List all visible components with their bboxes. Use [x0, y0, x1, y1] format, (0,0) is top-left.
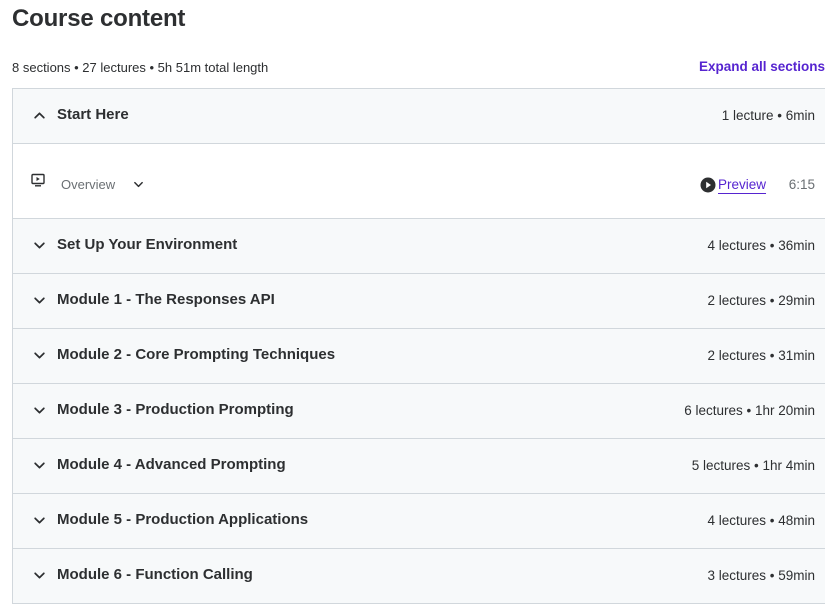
section-header[interactable]: Module 3 - Production Prompting 6 lectur…: [13, 384, 825, 439]
play-circle-icon: [700, 177, 716, 193]
section-header[interactable]: Module 1 - The Responses API 2 lectures …: [13, 274, 825, 329]
section-meta: 6 lectures • 1hr 20min: [684, 403, 815, 418]
section-header[interactable]: Module 2 - Core Prompting Techniques 2 l…: [13, 329, 825, 384]
section-lecture-list: Overview Preview 6:15: [13, 144, 825, 219]
course-summary: 8 sections • 27 lectures • 5h 51m total …: [12, 60, 269, 75]
chevron-down-icon: [34, 517, 45, 524]
chevron-down-icon[interactable]: [133, 179, 144, 190]
section-title: Module 6 - Function Calling: [57, 566, 253, 583]
lecture-duration: 6:15: [788, 177, 815, 192]
section-meta: 2 lectures • 31min: [707, 348, 815, 363]
lecture-preview-link[interactable]: Preview: [718, 177, 766, 192]
section-header[interactable]: Set Up Your Environment 4 lectures • 36m…: [13, 219, 825, 274]
chevron-down-icon: [34, 462, 45, 469]
section-header[interactable]: Module 5 - Production Applications 4 lec…: [13, 494, 825, 549]
section-meta: 4 lectures • 48min: [707, 513, 815, 528]
section-meta: 3 lectures • 59min: [707, 568, 815, 583]
section-header[interactable]: Module 4 - Advanced Prompting 5 lectures…: [13, 439, 825, 494]
chevron-down-icon: [34, 352, 45, 359]
page-title: Course content: [12, 5, 186, 32]
course-summary-row: 8 sections • 27 lectures • 5h 51m total …: [12, 58, 825, 78]
video-icon: [31, 173, 45, 187]
lecture-title[interactable]: Overview: [61, 177, 115, 192]
section-title: Module 5 - Production Applications: [57, 511, 309, 528]
curriculum-list: Start Here 1 lecture • 6min Overview Pre…: [12, 88, 825, 604]
chevron-down-icon: [34, 572, 45, 579]
expand-all-sections-button[interactable]: Expand all sections: [699, 59, 825, 74]
section-meta: 5 lectures • 1hr 4min: [691, 458, 815, 473]
section-title: Module 4 - Advanced Prompting: [57, 456, 286, 473]
chevron-down-icon: [34, 297, 45, 304]
section-meta: 1 lecture • 6min: [721, 108, 815, 123]
section-meta: 2 lectures • 29min: [707, 293, 815, 308]
section-title: Module 1 - The Responses API: [57, 291, 275, 308]
section-header[interactable]: Module 6 - Function Calling 3 lectures •…: [13, 549, 825, 604]
section-title: Set Up Your Environment: [57, 236, 238, 253]
section-title: Start Here: [57, 106, 129, 123]
chevron-down-icon: [34, 242, 45, 249]
section-title: Module 2 - Core Prompting Techniques: [57, 346, 336, 363]
chevron-down-icon: [34, 407, 45, 414]
section-meta: 4 lectures • 36min: [707, 238, 815, 253]
chevron-up-icon: [34, 112, 45, 119]
section-title: Module 3 - Production Prompting: [57, 401, 294, 418]
section-header-start-here[interactable]: Start Here 1 lecture • 6min: [13, 89, 825, 144]
